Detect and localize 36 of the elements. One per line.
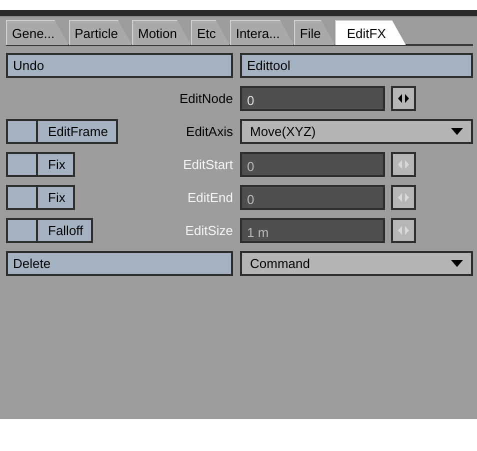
tab[interactable]: EditFX: [334, 20, 406, 45]
button[interactable]: Undo: [6, 53, 233, 78]
button[interactable]: EditFrame: [36, 119, 118, 144]
left-right-arrows-icon: [398, 94, 409, 103]
tab[interactable]: Particle: [68, 20, 132, 45]
toggle-checkbox[interactable]: [6, 218, 36, 243]
field-label: EditEnd: [187, 188, 233, 207]
button[interactable]: Delete: [6, 251, 233, 276]
tab[interactable]: Gene...: [6, 20, 69, 45]
tab[interactable]: File: [294, 20, 335, 45]
dropdown[interactable]: Command: [240, 251, 473, 276]
field-label: EditAxis: [186, 122, 233, 141]
left-right-arrows-icon: [398, 226, 409, 235]
spinner-button[interactable]: [391, 86, 416, 111]
field-label: EditStart: [183, 156, 233, 174]
field-label: EditNode: [180, 90, 233, 108]
left-right-arrows-icon: [398, 193, 409, 202]
dropdown-arrow-icon: [451, 128, 463, 135]
button[interactable]: Fix: [36, 185, 76, 210]
spinner-button[interactable]: [391, 218, 416, 243]
button[interactable]: Fix: [36, 152, 76, 177]
spinner-button[interactable]: [391, 152, 416, 177]
tab[interactable]: Etc: [191, 20, 230, 45]
tab[interactable]: Motion: [132, 20, 192, 45]
field-label: EditSize: [185, 222, 233, 240]
toggle-checkbox[interactable]: [6, 119, 36, 144]
tab[interactable]: Intera...: [230, 20, 294, 45]
dropdown-arrow-icon: [451, 260, 463, 267]
left-right-arrows-icon: [398, 160, 409, 169]
dropdown[interactable]: Move(XYZ): [240, 119, 473, 144]
button[interactable]: Falloff: [36, 218, 94, 243]
toggle-checkbox[interactable]: [6, 152, 36, 177]
spinner-button[interactable]: [391, 185, 416, 210]
number-field[interactable]: 0: [240, 86, 385, 111]
toggle-checkbox[interactable]: [6, 185, 36, 210]
button[interactable]: Edittool: [240, 53, 473, 78]
